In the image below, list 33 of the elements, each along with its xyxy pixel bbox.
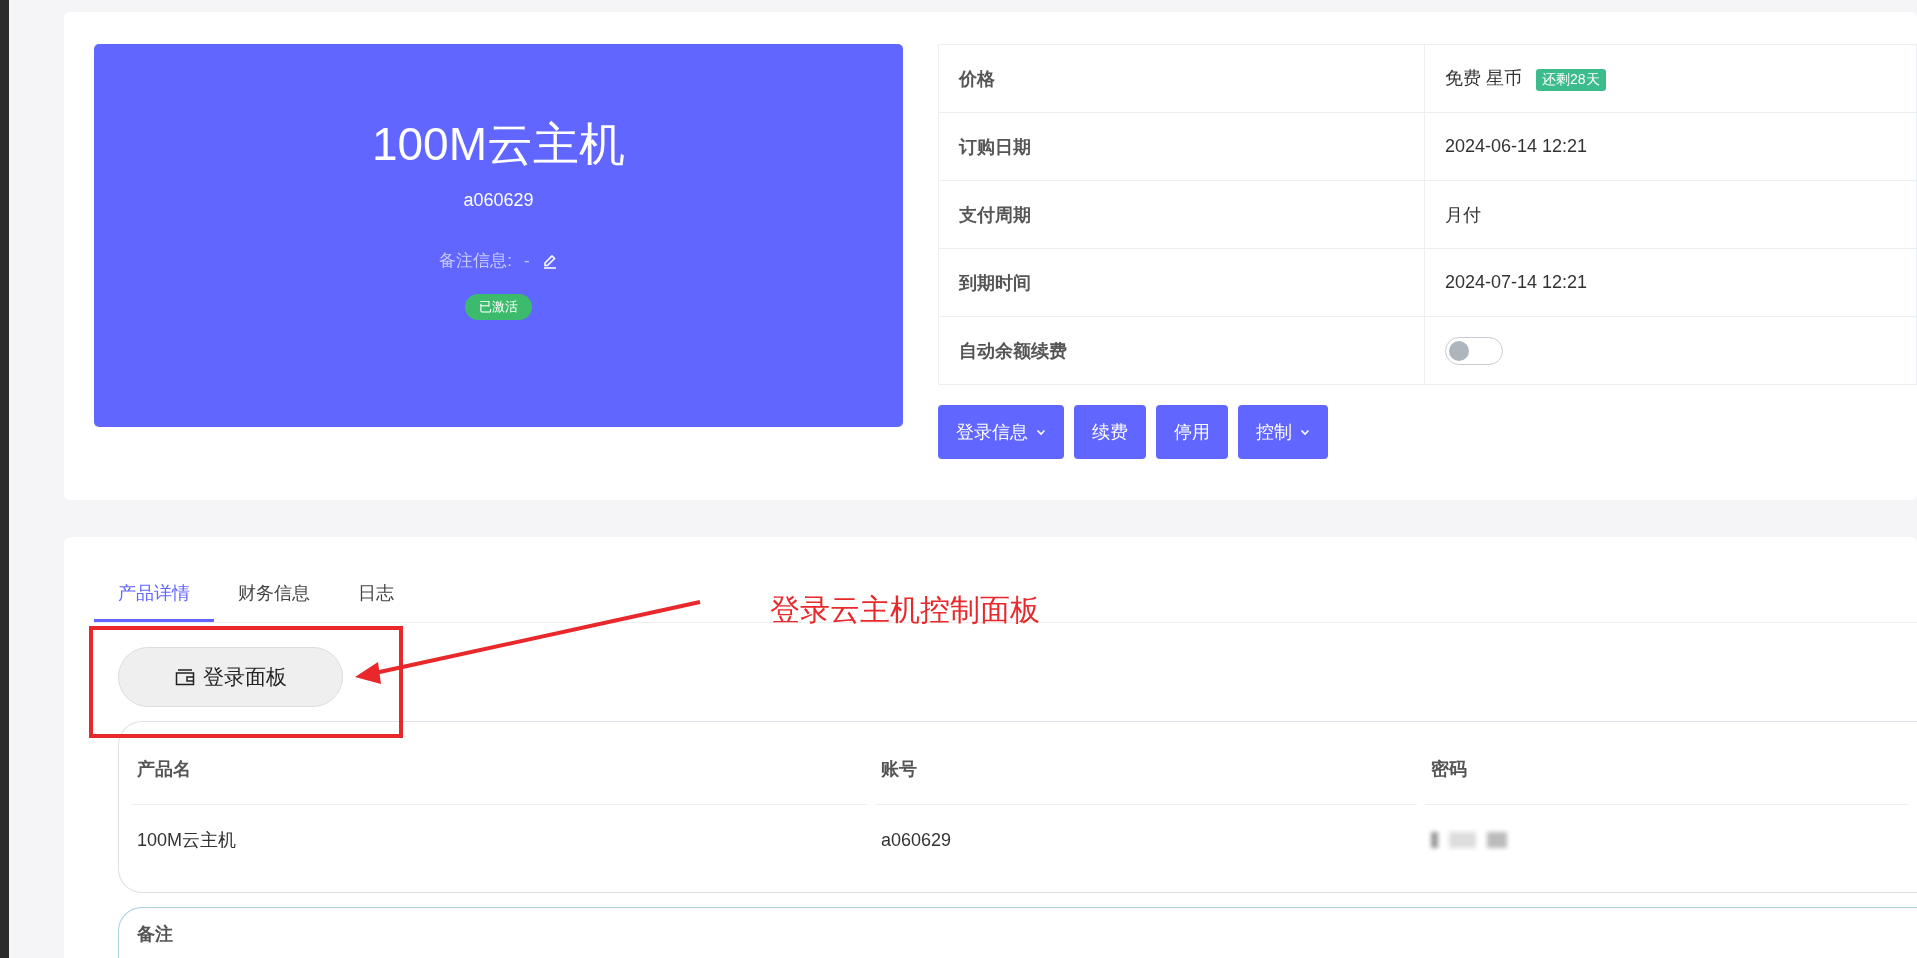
column-header: 账号 (875, 734, 1417, 805)
action-button[interactable]: 登录信息 (938, 405, 1064, 459)
auto-renew-toggle[interactable] (1445, 336, 1503, 365)
product-id: a060629 (463, 190, 534, 211)
annotation-text: 登录云主机控制面板 (770, 592, 1040, 628)
product-name: 100M云主机 (371, 117, 626, 172)
action-button[interactable]: 停用 (1156, 405, 1228, 459)
wallet-icon (174, 668, 195, 686)
action-button[interactable]: 续费 (1074, 405, 1146, 459)
column-header: 产品名 (131, 734, 867, 805)
note-value: - (524, 250, 530, 271)
info-value: 2024-07-14 12:21 (1445, 272, 1588, 292)
info-label: 到期时间 (938, 248, 1425, 317)
column-header: 密码 (1425, 734, 1909, 805)
info-value: 月付 (1445, 204, 1481, 225)
note-label: 备注信息: (439, 250, 513, 272)
info-label: 价格 (938, 44, 1425, 113)
tab[interactable]: 日志 (334, 567, 418, 622)
info-label: 支付周期 (938, 180, 1425, 249)
info-value: 2024-06-14 12:21 (1445, 136, 1588, 156)
tab[interactable]: 财务信息 (214, 567, 334, 622)
info-value: 免费 星币 (1445, 68, 1522, 88)
action-button[interactable]: 控制 (1238, 405, 1328, 459)
tab[interactable]: 产品详情 (94, 567, 214, 622)
days-left-badge: 还剩28天 (1536, 69, 1606, 91)
status-badge: 已激活 (465, 294, 532, 320)
login-panel-button[interactable]: 登录面板 (118, 647, 343, 707)
info-label: 自动余额续费 (938, 316, 1425, 385)
notes-title: 备注 (137, 924, 173, 944)
edit-icon[interactable] (541, 252, 558, 269)
table-cell-text: 100M云主机 (137, 829, 237, 852)
info-label: 订购日期 (938, 112, 1425, 181)
table-cell: a060629 (881, 829, 952, 851)
